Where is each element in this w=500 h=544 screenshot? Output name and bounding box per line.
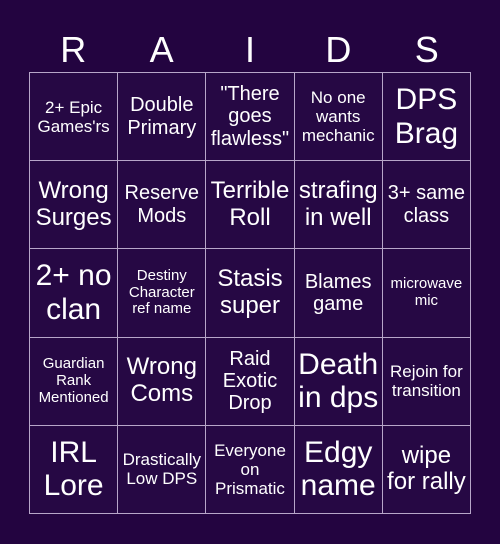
bingo-cell[interactable]: No one wants mechanic — [294, 73, 383, 162]
bingo-cell[interactable]: 2+ no clan — [30, 249, 119, 338]
bingo-cell[interactable]: microwave mic — [382, 249, 471, 338]
header-letter-i: I — [244, 29, 255, 70]
bingo-cell[interactable]: IRL Lore — [30, 425, 119, 514]
bingo-cell[interactable]: Drastically Low DPS — [118, 425, 207, 514]
bingo-cell[interactable]: wipe for rally — [382, 425, 471, 514]
header-letter-s: S — [414, 29, 439, 70]
bingo-cell[interactable]: Blames game — [294, 249, 383, 338]
header-letter-a: A — [149, 29, 174, 70]
bingo-cell[interactable]: "There goes flawless" — [206, 73, 295, 162]
bingo-cell[interactable]: strafing in well — [294, 161, 383, 250]
header-letter-r: R — [60, 29, 87, 70]
bingo-cell[interactable]: Rejoin for transition — [382, 337, 471, 426]
bingo-cell[interactable]: DPS Brag — [382, 73, 471, 162]
bingo-cell[interactable]: Guardian Rank Mentioned — [30, 337, 119, 426]
bingo-cell[interactable]: Double Primary — [118, 73, 207, 162]
header-letter-d: D — [325, 29, 352, 70]
bingo-cell[interactable]: Death in dps — [294, 337, 383, 426]
bingo-cell[interactable]: Raid Exotic Drop — [206, 337, 295, 426]
bingo-cell[interactable]: Wrong Coms — [118, 337, 207, 426]
bingo-grid: 2+ Epic Games'rs Double Primary "There g… — [29, 72, 471, 514]
bingo-cell[interactable]: Reserve Mods — [118, 161, 207, 250]
bingo-cell[interactable]: Terrible Roll — [206, 161, 295, 250]
bingo-cell[interactable]: 3+ same class — [382, 161, 471, 250]
bingo-card: R A I D S 2+ Epic Games'rs Double Primar… — [0, 0, 500, 544]
bingo-cell[interactable]: Edgy name — [294, 425, 383, 514]
bingo-header: R A I D S — [29, 30, 471, 70]
bingo-cell[interactable]: Stasis super — [206, 249, 295, 338]
bingo-cell[interactable]: Destiny Character ref name — [118, 249, 207, 338]
bingo-cell[interactable]: Wrong Surges — [30, 161, 119, 250]
bingo-cell[interactable]: 2+ Epic Games'rs — [30, 73, 119, 162]
bingo-cell[interactable]: Everyone on Prismatic — [206, 425, 295, 514]
